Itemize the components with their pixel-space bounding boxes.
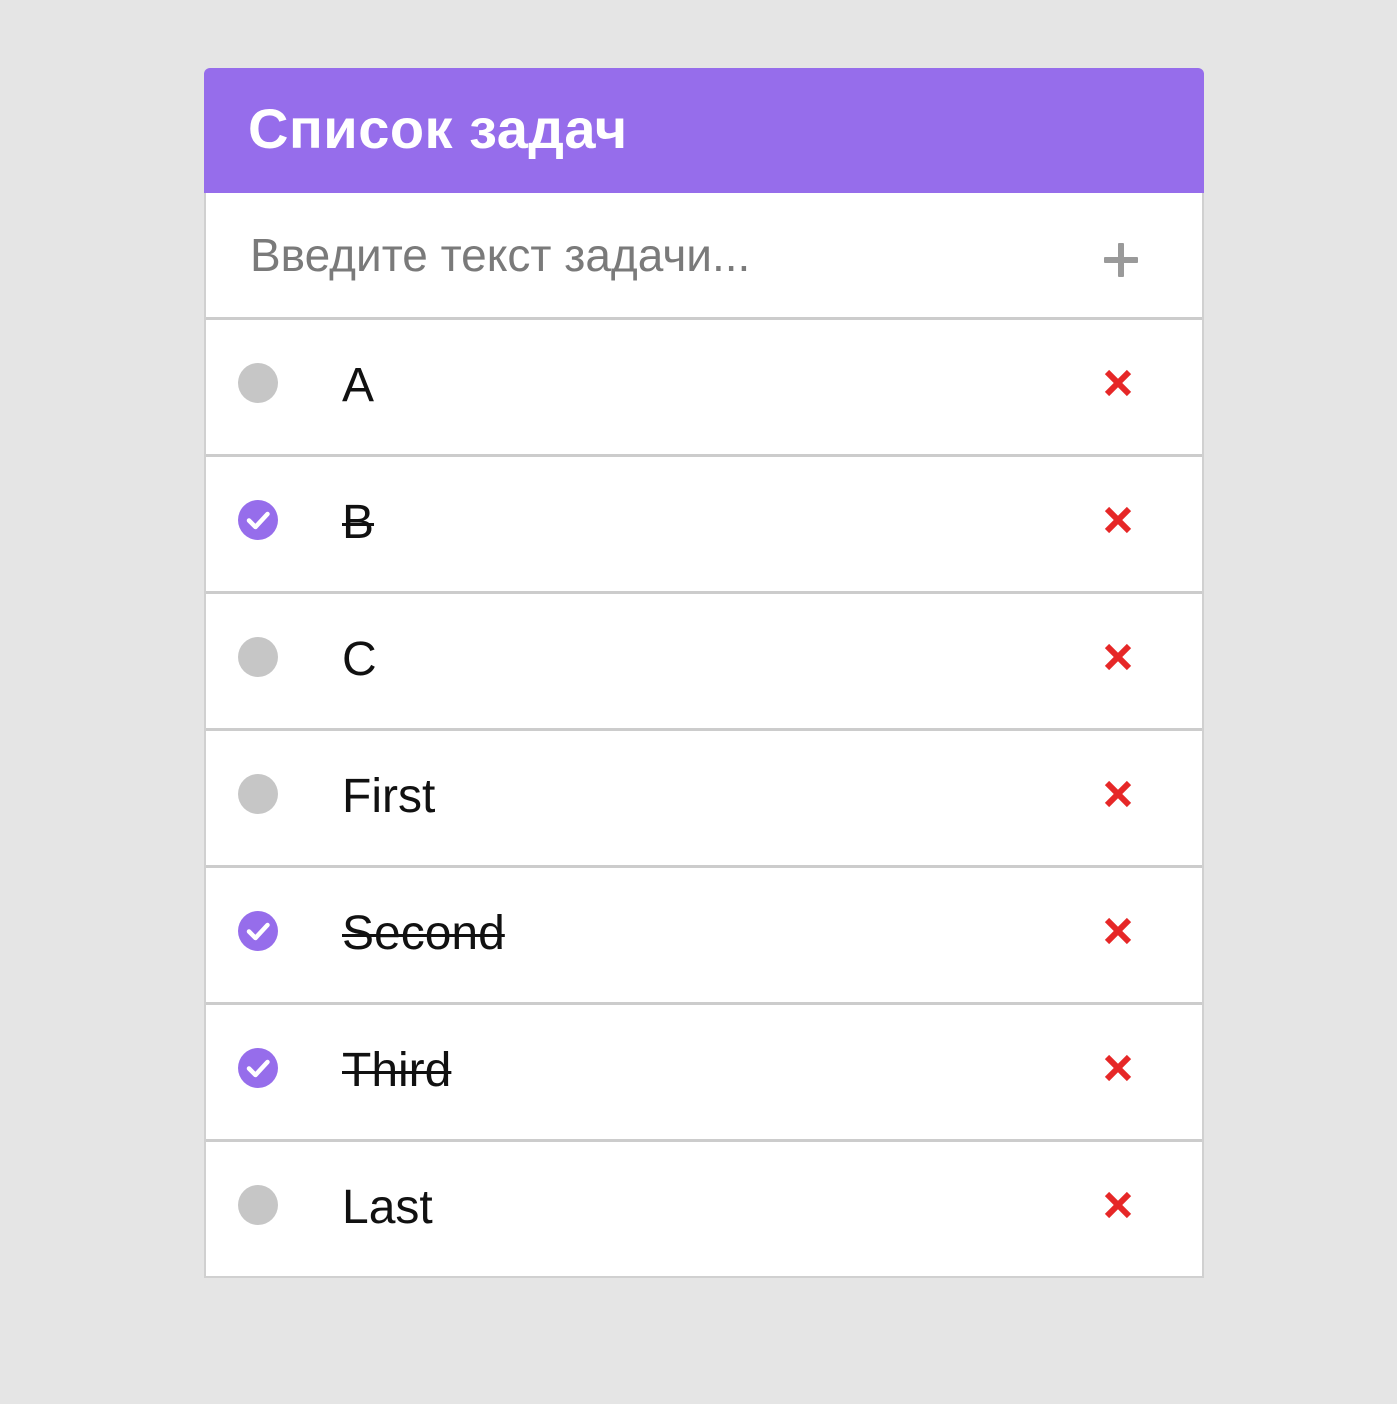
delete-task-button[interactable] [1102,915,1134,947]
task-item: C [206,591,1202,728]
circle-icon[interactable] [238,637,278,677]
task-item: Last [206,1139,1202,1276]
task-item: B [206,454,1202,591]
task-text: A [342,359,375,412]
task-text: C [342,633,377,686]
task-list: A B C First Second Third Last [206,320,1202,1276]
close-icon [1104,780,1132,808]
check-circle-icon[interactable] [238,1048,278,1088]
close-icon [1104,917,1132,945]
checkmark-icon [246,1059,270,1078]
task-text: Second [342,907,505,960]
circle-icon[interactable] [238,774,278,814]
todo-app: Список задач A B [204,68,1204,1278]
delete-task-button[interactable] [1102,778,1134,810]
plus-icon [1104,243,1138,277]
task-text: First [342,770,436,823]
task-input[interactable] [250,215,1070,295]
delete-task-button[interactable] [1102,641,1134,673]
task-item: First [206,728,1202,865]
todo-body: A B C First Second [204,193,1204,1278]
circle-icon[interactable] [238,363,278,403]
close-icon [1104,643,1132,671]
delete-task-button[interactable] [1102,367,1134,399]
close-icon [1104,1054,1132,1082]
delete-task-button[interactable] [1102,1189,1134,1221]
task-text: B [342,496,375,549]
page-title: Список задач [248,96,628,160]
add-task-button[interactable] [1099,238,1143,282]
close-icon [1104,369,1132,397]
task-item: Third [206,1002,1202,1139]
task-item: Second [206,865,1202,1002]
task-item: A [206,320,1202,454]
check-circle-icon[interactable] [238,911,278,951]
check-circle-icon[interactable] [238,500,278,540]
checkmark-icon [246,511,270,530]
close-icon [1104,506,1132,534]
circle-icon[interactable] [238,1185,278,1225]
checkmark-icon [246,922,270,941]
task-text: Last [342,1181,433,1234]
header: Список задач [204,68,1204,193]
delete-task-button[interactable] [1102,1052,1134,1084]
add-task-row [206,193,1202,320]
task-text: Third [342,1044,452,1097]
close-icon [1104,1191,1132,1219]
delete-task-button[interactable] [1102,504,1134,536]
